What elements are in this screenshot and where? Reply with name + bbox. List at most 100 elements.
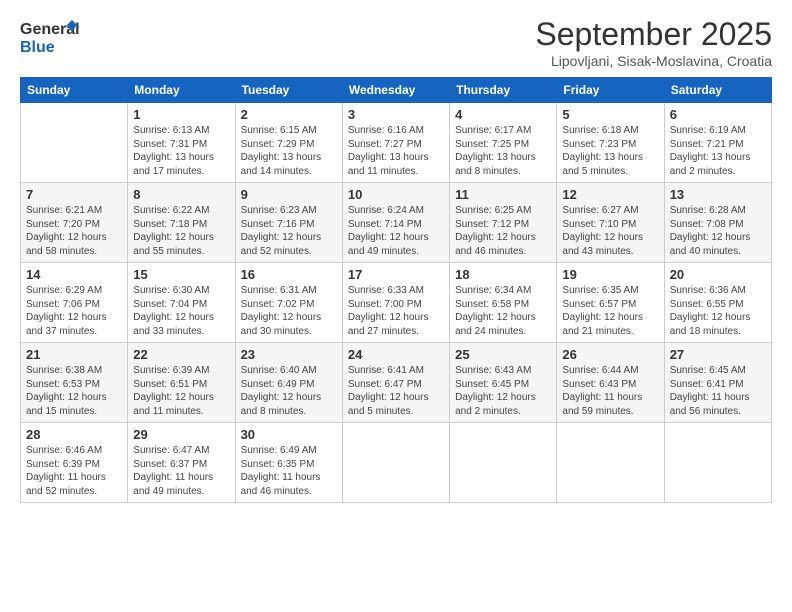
title-block: September 2025 Lipovljani, Sisak-Moslavi…	[535, 16, 772, 69]
logo: GeneralBlue	[20, 16, 80, 56]
day-cell: 8 Sunrise: 6:22 AMSunset: 7:18 PMDaylight…	[128, 183, 235, 263]
day-cell: 20 Sunrise: 6:36 AMSunset: 6:55 PMDayligh…	[664, 263, 771, 343]
day-number: 5	[562, 107, 658, 122]
calendar-header-row: SundayMondayTuesdayWednesdayThursdayFrid…	[21, 78, 772, 103]
day-cell: 26 Sunrise: 6:44 AMSunset: 6:43 PMDayligh…	[557, 343, 664, 423]
day-number: 16	[241, 267, 337, 282]
day-cell: 6 Sunrise: 6:19 AMSunset: 7:21 PMDaylight…	[664, 103, 771, 183]
day-info: Sunrise: 6:25 AMSunset: 7:12 PMDaylight:…	[455, 204, 551, 258]
day-cell	[557, 423, 664, 503]
day-number: 27	[670, 347, 766, 362]
day-info: Sunrise: 6:17 AMSunset: 7:25 PMDaylight:…	[455, 124, 551, 178]
week-row-5: 28 Sunrise: 6:46 AMSunset: 6:39 PMDayligh…	[21, 423, 772, 503]
day-info: Sunrise: 6:21 AMSunset: 7:20 PMDaylight:…	[26, 204, 122, 258]
day-cell: 19 Sunrise: 6:35 AMSunset: 6:57 PMDayligh…	[557, 263, 664, 343]
page: GeneralBlue September 2025 Lipovljani, S…	[0, 0, 792, 612]
day-number: 14	[26, 267, 122, 282]
day-cell: 25 Sunrise: 6:43 AMSunset: 6:45 PMDayligh…	[450, 343, 557, 423]
day-number: 25	[455, 347, 551, 362]
day-cell	[342, 423, 449, 503]
day-cell: 10 Sunrise: 6:24 AMSunset: 7:14 PMDayligh…	[342, 183, 449, 263]
day-cell: 28 Sunrise: 6:46 AMSunset: 6:39 PMDayligh…	[21, 423, 128, 503]
svg-text:Blue: Blue	[20, 39, 55, 56]
day-info: Sunrise: 6:18 AMSunset: 7:23 PMDaylight:…	[562, 124, 658, 178]
day-cell: 13 Sunrise: 6:28 AMSunset: 7:08 PMDayligh…	[664, 183, 771, 263]
day-info: Sunrise: 6:35 AMSunset: 6:57 PMDaylight:…	[562, 284, 658, 338]
day-info: Sunrise: 6:13 AMSunset: 7:31 PMDaylight:…	[133, 124, 229, 178]
week-row-3: 14 Sunrise: 6:29 AMSunset: 7:06 PMDayligh…	[21, 263, 772, 343]
day-cell	[664, 423, 771, 503]
day-cell: 12Sunrise: 6:27 AMSunset: 7:10 PMDayligh…	[557, 183, 664, 263]
col-header-tuesday: Tuesday	[235, 78, 342, 103]
location: Lipovljani, Sisak-Moslavina, Croatia	[535, 53, 772, 69]
day-cell: 5 Sunrise: 6:18 AMSunset: 7:23 PMDaylight…	[557, 103, 664, 183]
day-cell: 15Sunrise: 6:30 AMSunset: 7:04 PMDayligh…	[128, 263, 235, 343]
month-title: September 2025	[535, 16, 772, 53]
header: GeneralBlue September 2025 Lipovljani, S…	[20, 16, 772, 69]
day-info: Sunrise: 6:16 AMSunset: 7:27 PMDaylight:…	[348, 124, 444, 178]
day-cell: 27 Sunrise: 6:45 AMSunset: 6:41 PMDayligh…	[664, 343, 771, 423]
day-cell: 14 Sunrise: 6:29 AMSunset: 7:06 PMDayligh…	[21, 263, 128, 343]
day-info: Sunrise: 6:49 AMSunset: 6:35 PMDaylight:…	[241, 444, 337, 498]
col-header-thursday: Thursday	[450, 78, 557, 103]
day-info: Sunrise: 6:30 AMSunset: 7:04 PMDaylight:…	[133, 284, 229, 338]
day-info: Sunrise: 6:43 AMSunset: 6:45 PMDaylight:…	[455, 364, 551, 418]
day-info: Sunrise: 6:45 AMSunset: 6:41 PMDaylight:…	[670, 364, 766, 418]
day-info: Sunrise: 6:36 AMSunset: 6:55 PMDaylight:…	[670, 284, 766, 338]
day-number: 23	[241, 347, 337, 362]
day-info: Sunrise: 6:28 AMSunset: 7:08 PMDaylight:…	[670, 204, 766, 258]
day-cell	[21, 103, 128, 183]
week-row-1: 1 Sunrise: 6:13 AMSunset: 7:31 PMDaylight…	[21, 103, 772, 183]
day-number: 18	[455, 267, 551, 282]
day-number: 12	[562, 187, 658, 202]
day-cell: 23 Sunrise: 6:40 AMSunset: 6:49 PMDayligh…	[235, 343, 342, 423]
day-info: Sunrise: 6:34 AMSunset: 6:58 PMDaylight:…	[455, 284, 551, 338]
day-info: Sunrise: 6:38 AMSunset: 6:53 PMDaylight:…	[26, 364, 122, 418]
day-info: Sunrise: 6:24 AMSunset: 7:14 PMDaylight:…	[348, 204, 444, 258]
day-cell: 16Sunrise: 6:31 AMSunset: 7:02 PMDayligh…	[235, 263, 342, 343]
day-cell: 22Sunrise: 6:39 AMSunset: 6:51 PMDayligh…	[128, 343, 235, 423]
day-number: 28	[26, 427, 122, 442]
day-info: Sunrise: 6:41 AMSunset: 6:47 PMDaylight:…	[348, 364, 444, 418]
day-number: 21	[26, 347, 122, 362]
day-number: 1	[133, 107, 229, 122]
day-info: Sunrise: 6:40 AMSunset: 6:49 PMDaylight:…	[241, 364, 337, 418]
day-cell: 1 Sunrise: 6:13 AMSunset: 7:31 PMDaylight…	[128, 103, 235, 183]
day-cell	[450, 423, 557, 503]
day-number: 19	[562, 267, 658, 282]
calendar-table: SundayMondayTuesdayWednesdayThursdayFrid…	[20, 77, 772, 503]
col-header-friday: Friday	[557, 78, 664, 103]
day-number: 17	[348, 267, 444, 282]
day-info: Sunrise: 6:44 AMSunset: 6:43 PMDaylight:…	[562, 364, 658, 418]
col-header-saturday: Saturday	[664, 78, 771, 103]
day-number: 22	[133, 347, 229, 362]
col-header-wednesday: Wednesday	[342, 78, 449, 103]
day-info: Sunrise: 6:33 AMSunset: 7:00 PMDaylight:…	[348, 284, 444, 338]
day-cell: 24 Sunrise: 6:41 AMSunset: 6:47 PMDayligh…	[342, 343, 449, 423]
day-cell: 11Sunrise: 6:25 AMSunset: 7:12 PMDayligh…	[450, 183, 557, 263]
day-number: 9	[241, 187, 337, 202]
day-cell: 7Sunrise: 6:21 AMSunset: 7:20 PMDaylight…	[21, 183, 128, 263]
day-info: Sunrise: 6:47 AMSunset: 6:37 PMDaylight:…	[133, 444, 229, 498]
col-header-monday: Monday	[128, 78, 235, 103]
day-number: 30	[241, 427, 337, 442]
logo-svg: GeneralBlue	[20, 16, 80, 56]
day-number: 26	[562, 347, 658, 362]
day-cell: 4Sunrise: 6:17 AMSunset: 7:25 PMDaylight…	[450, 103, 557, 183]
day-info: Sunrise: 6:19 AMSunset: 7:21 PMDaylight:…	[670, 124, 766, 178]
day-number: 6	[670, 107, 766, 122]
day-number: 20	[670, 267, 766, 282]
day-info: Sunrise: 6:23 AMSunset: 7:16 PMDaylight:…	[241, 204, 337, 258]
day-info: Sunrise: 6:46 AMSunset: 6:39 PMDaylight:…	[26, 444, 122, 498]
day-info: Sunrise: 6:29 AMSunset: 7:06 PMDaylight:…	[26, 284, 122, 338]
week-row-2: 7Sunrise: 6:21 AMSunset: 7:20 PMDaylight…	[21, 183, 772, 263]
day-info: Sunrise: 6:22 AMSunset: 7:18 PMDaylight:…	[133, 204, 229, 258]
day-number: 13	[670, 187, 766, 202]
day-cell: 18 Sunrise: 6:34 AMSunset: 6:58 PMDayligh…	[450, 263, 557, 343]
day-number: 29	[133, 427, 229, 442]
day-number: 8	[133, 187, 229, 202]
day-number: 10	[348, 187, 444, 202]
day-cell: 3Sunrise: 6:16 AMSunset: 7:27 PMDaylight…	[342, 103, 449, 183]
day-cell: 2Sunrise: 6:15 AMSunset: 7:29 PMDaylight…	[235, 103, 342, 183]
day-number: 24	[348, 347, 444, 362]
